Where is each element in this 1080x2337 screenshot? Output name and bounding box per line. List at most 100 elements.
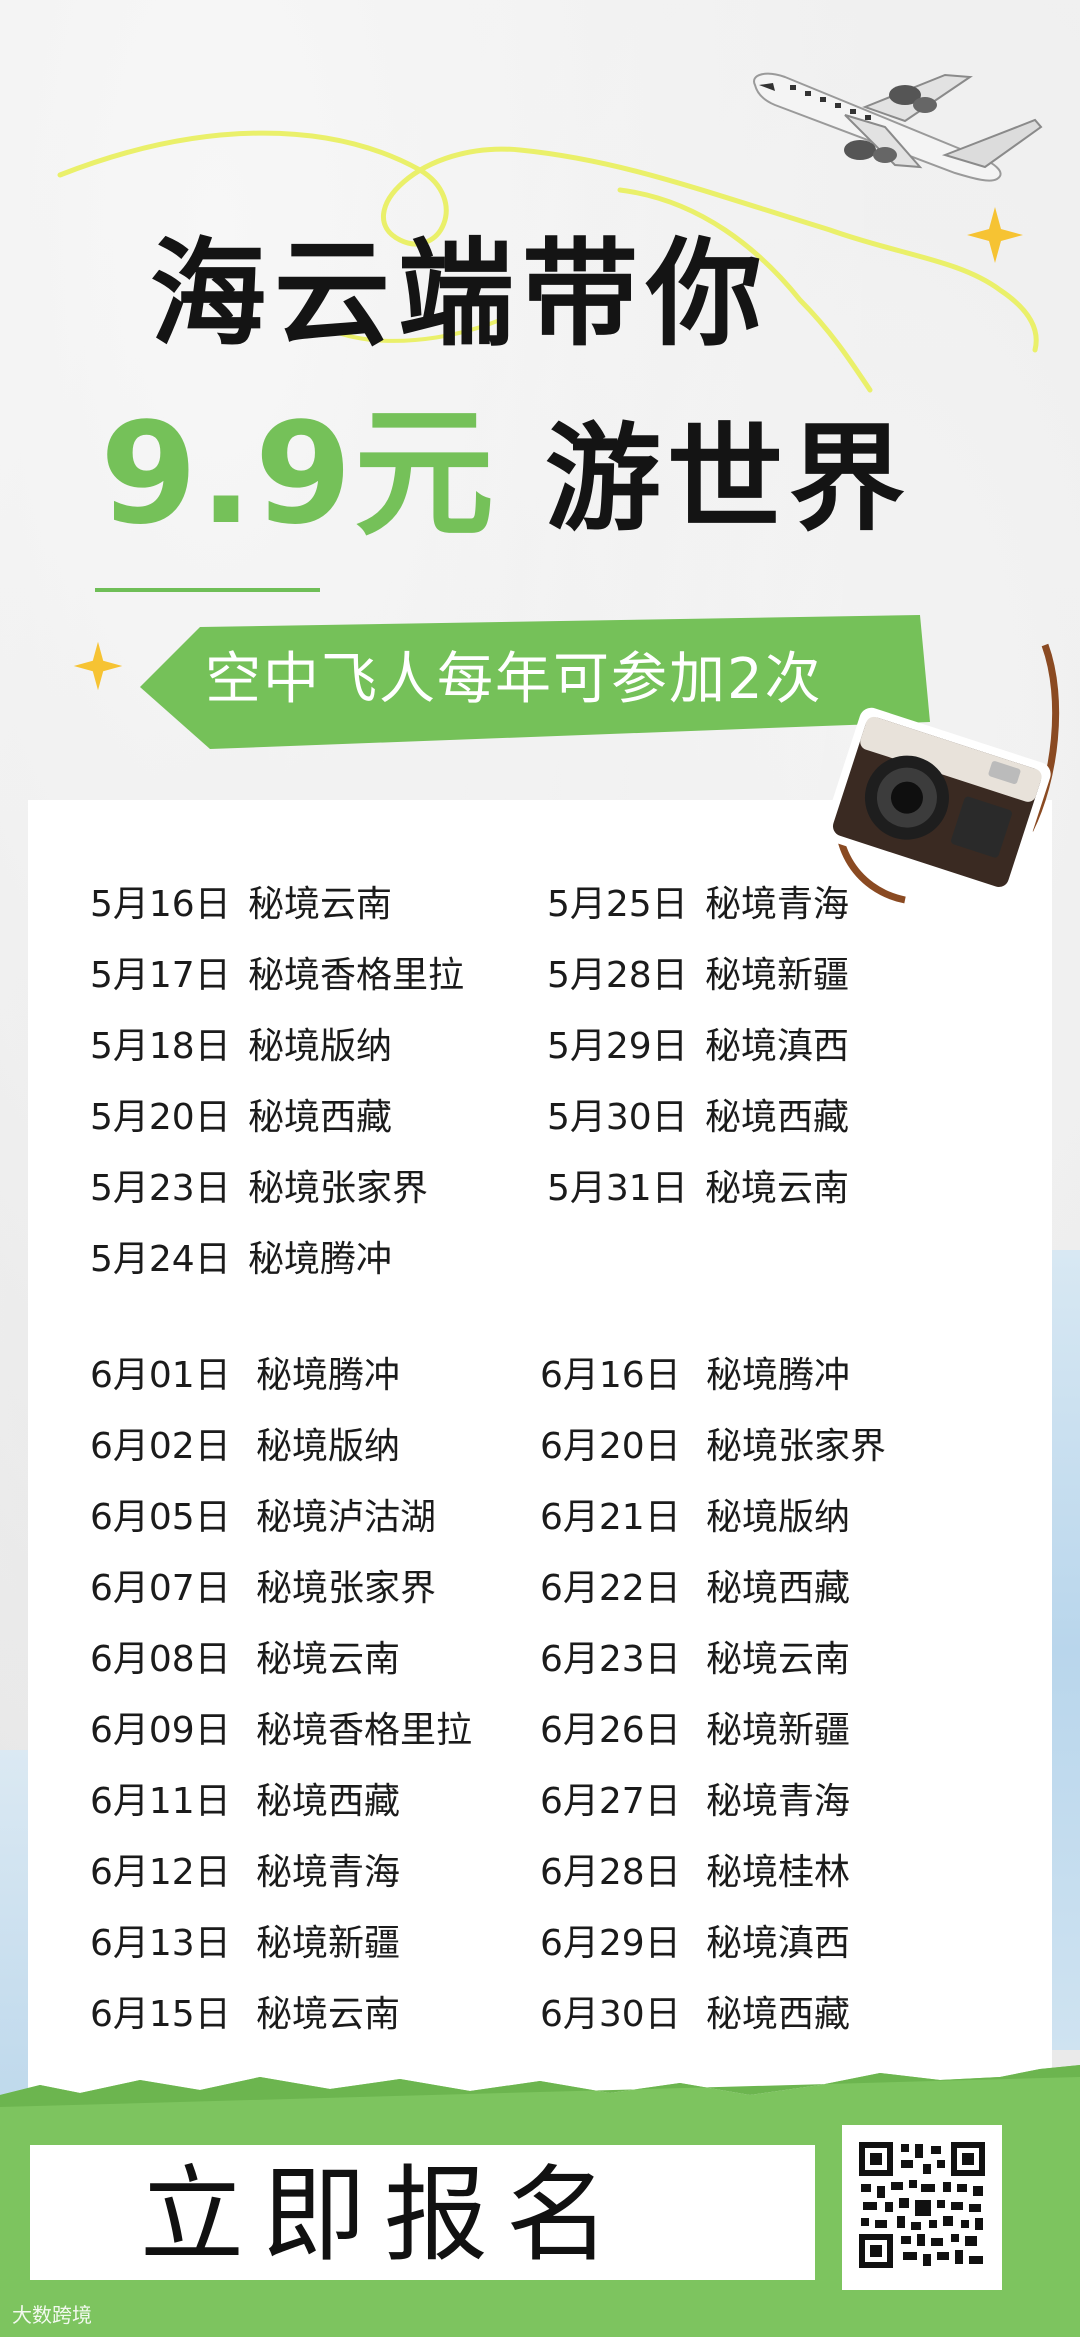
schedule-place: 秘境滇西 (706, 1923, 851, 1964)
schedule-date: 6月28日 (540, 1852, 681, 1893)
schedule-place: 秘境张家界 (256, 1568, 437, 1609)
headline-line-1: 海云端带你 (150, 227, 770, 362)
schedule-place: 秘境西藏 (706, 1568, 851, 1609)
signup-label[interactable]: 立即报名 (140, 2150, 720, 2280)
schedule-date: 6月05日 (90, 1497, 231, 1538)
schedule-row: 5月30日 秘境西藏 (547, 1088, 849, 1148)
schedule-date: 5月25日 (547, 884, 688, 925)
schedule-row: 6月08日 秘境云南 (90, 1630, 400, 1690)
schedule-place: 秘境泸沽湖 (256, 1497, 437, 1538)
schedule-place: 秘境腾冲 (706, 1355, 851, 1396)
schedule-date: 6月11日 (90, 1781, 231, 1822)
star-icon (967, 207, 1023, 263)
schedule-place: 秘境云南 (705, 1168, 850, 1209)
schedule-date: 5月28日 (547, 955, 688, 996)
schedule-date: 6月20日 (540, 1426, 681, 1467)
schedule-place: 秘境新疆 (706, 1710, 851, 1751)
schedule-row: 6月20日 秘境张家界 (540, 1417, 886, 1477)
schedule-date: 5月18日 (90, 1026, 231, 1067)
schedule-row: 6月09日 秘境香格里拉 (90, 1701, 472, 1761)
schedule-place: 秘境云南 (256, 1994, 401, 2035)
price-label: 9.9元 (100, 393, 497, 556)
schedule-date: 6月09日 (90, 1710, 231, 1751)
schedule-place: 秘境香格里拉 (248, 955, 465, 996)
schedule-date: 6月26日 (540, 1710, 681, 1751)
schedule-place: 秘境桂林 (706, 1852, 851, 1893)
schedule-row: 5月16日 秘境云南 (90, 875, 392, 935)
schedule-date: 5月17日 (90, 955, 231, 996)
schedule-place: 秘境青海 (706, 1781, 851, 1822)
schedule-row: 6月16日 秘境腾冲 (540, 1346, 850, 1406)
schedule-place: 秘境新疆 (705, 955, 850, 996)
schedule-place: 秘境版纳 (248, 1026, 393, 1067)
schedule-row: 5月23日 秘境张家界 (90, 1159, 428, 1219)
schedule-place: 秘境西藏 (256, 1781, 401, 1822)
schedule-row: 5月31日 秘境云南 (547, 1159, 849, 1219)
schedule-date: 5月23日 (90, 1168, 231, 1209)
schedule-row: 5月25日 秘境青海 (547, 875, 849, 935)
schedule-row: 6月22日 秘境西藏 (540, 1559, 850, 1619)
schedule-date: 6月16日 (540, 1355, 681, 1396)
schedule-date: 6月13日 (90, 1923, 231, 1964)
schedule-place: 秘境新疆 (256, 1923, 401, 1964)
schedule-row: 6月27日 秘境青海 (540, 1772, 850, 1832)
schedule-row: 6月02日 秘境版纳 (90, 1417, 400, 1477)
schedule-date: 6月08日 (90, 1639, 231, 1680)
schedule-row: 6月29日 秘境滇西 (540, 1914, 850, 1974)
schedule-row: 6月21日 秘境版纳 (540, 1488, 850, 1548)
schedule-place: 秘境西藏 (248, 1097, 393, 1138)
price-underline (95, 588, 320, 592)
schedule-row: 5月29日 秘境滇西 (547, 1017, 849, 1077)
schedule-date: 5月20日 (90, 1097, 231, 1138)
schedule-row: 5月18日 秘境版纳 (90, 1017, 392, 1077)
sky-strip-left (0, 1750, 30, 2100)
schedule-row: 6月23日 秘境云南 (540, 1630, 850, 1690)
schedule-row: 6月12日 秘境青海 (90, 1843, 400, 1903)
schedule-place: 秘境云南 (248, 884, 393, 925)
schedule-date: 6月22日 (540, 1568, 681, 1609)
schedule-row: 6月13日 秘境新疆 (90, 1914, 400, 1974)
schedule-row: 6月30日 秘境西藏 (540, 1985, 850, 2045)
schedule-place: 秘境腾冲 (248, 1239, 393, 1280)
airplane-icon (753, 72, 1043, 182)
schedule-date: 6月29日 (540, 1923, 681, 1964)
schedule-place: 秘境腾冲 (256, 1355, 401, 1396)
schedule-date: 6月15日 (90, 1994, 231, 2035)
headline-line-2: 游世界 (545, 412, 911, 547)
schedule-place: 秘境西藏 (706, 1994, 851, 2035)
schedule-row: 6月26日 秘境新疆 (540, 1701, 850, 1761)
watermark: 大数跨境 (12, 2303, 92, 2327)
schedule-place: 秘境滇西 (705, 1026, 850, 1067)
schedule-place: 秘境云南 (256, 1639, 401, 1680)
schedule-date: 6月01日 (90, 1355, 231, 1396)
schedule-date: 5月30日 (547, 1097, 688, 1138)
schedule-row: 6月11日 秘境西藏 (90, 1772, 400, 1832)
schedule-date: 6月23日 (540, 1639, 681, 1680)
schedule-date: 6月30日 (540, 1994, 681, 2035)
schedule-place: 秘境香格里拉 (256, 1710, 473, 1751)
schedule-place: 秘境张家界 (248, 1168, 429, 1209)
schedule-date: 6月12日 (90, 1852, 231, 1893)
schedule-row: 6月07日 秘境张家界 (90, 1559, 436, 1619)
schedule-row: 5月24日 秘境腾冲 (90, 1230, 392, 1290)
schedule-date: 6月27日 (540, 1781, 681, 1822)
schedule-place: 秘境张家界 (706, 1426, 887, 1467)
schedule-row: 5月20日 秘境西藏 (90, 1088, 392, 1148)
schedule-row: 5月28日 秘境新疆 (547, 946, 849, 1006)
camera-icon (823, 643, 1060, 904)
schedule-date: 5月24日 (90, 1239, 231, 1280)
schedule-date: 5月29日 (547, 1026, 688, 1067)
schedule-place: 秘境版纳 (706, 1497, 851, 1538)
schedule-place: 秘境西藏 (705, 1097, 850, 1138)
schedule-place: 秘境云南 (706, 1639, 851, 1680)
schedule-row: 6月15日 秘境云南 (90, 1985, 400, 2045)
banner-text: 空中飞人每年可参加2次 (205, 647, 823, 712)
schedule-place: 秘境版纳 (256, 1426, 401, 1467)
schedule-date: 5月31日 (547, 1168, 688, 1209)
schedule-date: 5月16日 (90, 884, 231, 925)
schedule-date: 6月02日 (90, 1426, 231, 1467)
schedule-row: 6月05日 秘境泸沽湖 (90, 1488, 436, 1548)
qr-code-icon[interactable] (857, 2140, 987, 2270)
star-icon (73, 641, 123, 691)
schedule-place: 秘境青海 (256, 1852, 401, 1893)
